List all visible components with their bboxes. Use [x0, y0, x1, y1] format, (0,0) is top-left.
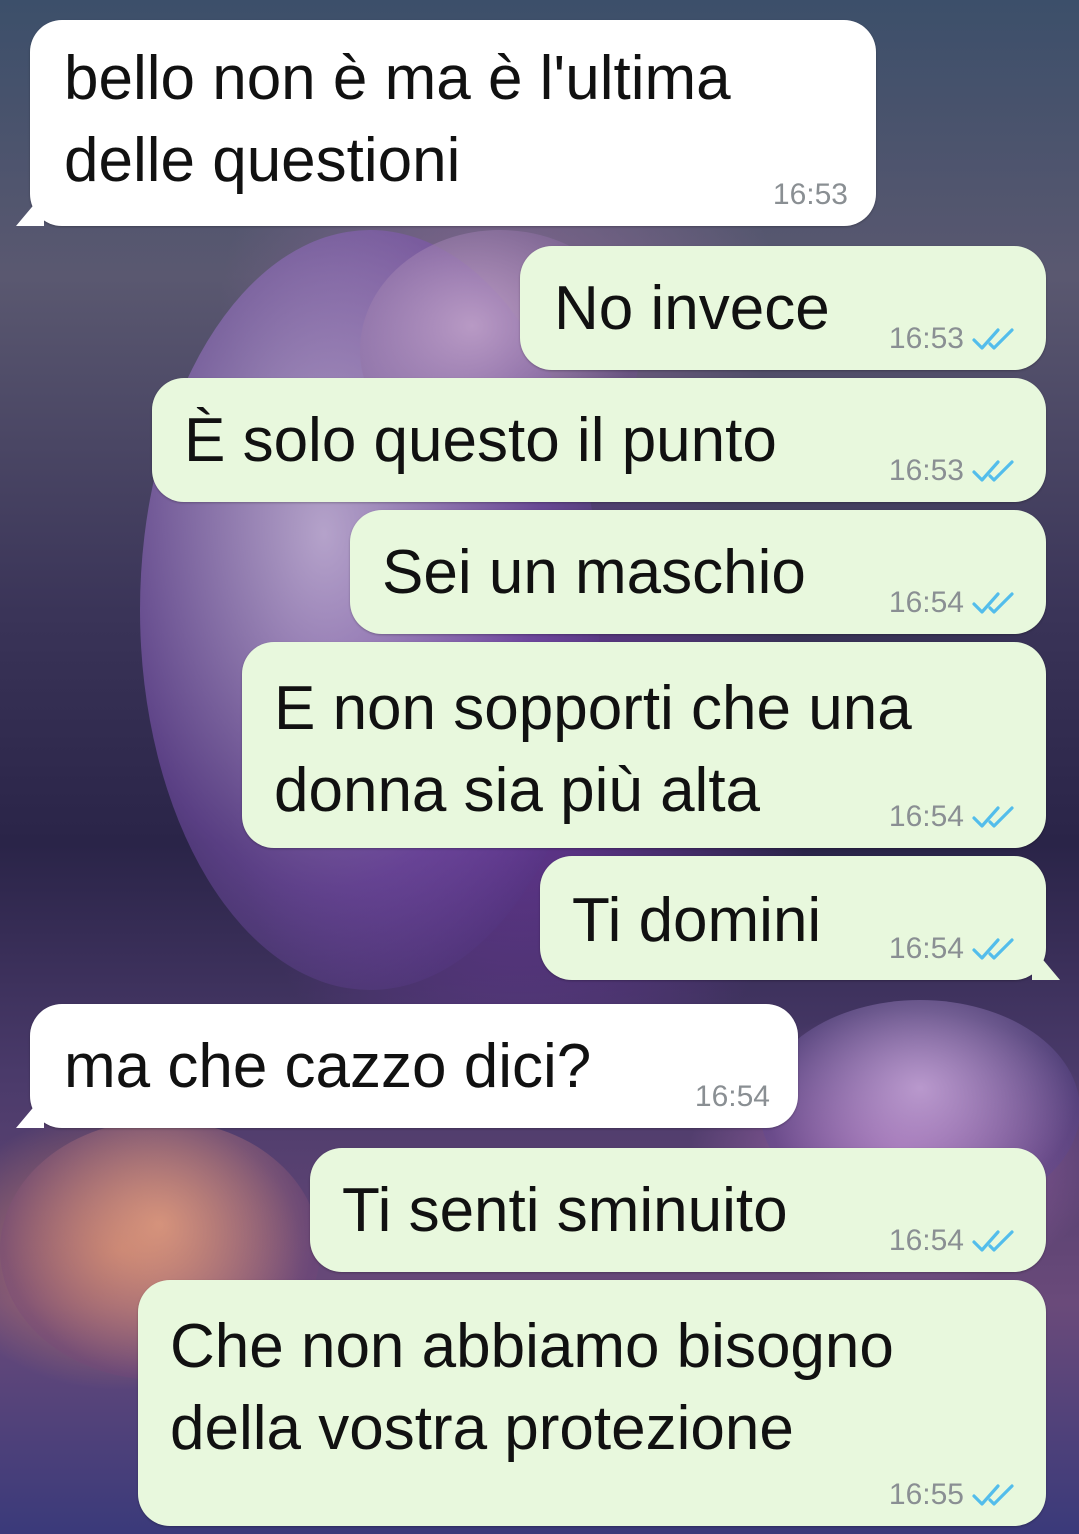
message-text: Ti domini	[572, 880, 821, 962]
message-time: 16:54	[888, 1224, 964, 1257]
message-line: delle questioni	[64, 126, 461, 195]
message-bubble-outgoing[interactable]: No invece 16:53	[520, 246, 1046, 370]
message-meta: 16:54	[889, 586, 1018, 620]
message-time: 16:54	[888, 586, 964, 619]
message-meta: 16:54	[695, 1080, 770, 1114]
message-time: 16:53	[888, 322, 964, 355]
message-time: 16:55	[888, 1478, 964, 1511]
double-check-icon	[972, 328, 1014, 350]
message-bubble-outgoing[interactable]: Che non abbiamo bisogno della vostra pro…	[138, 1280, 1046, 1526]
message-text: E non sopporti che una donna sia più alt…	[274, 668, 912, 832]
message-meta: 16:53	[773, 178, 848, 212]
double-check-icon	[972, 938, 1014, 960]
message-text: Che non abbiamo bisogno della vostra pro…	[170, 1306, 894, 1470]
message-bubble-outgoing[interactable]: È solo questo il punto 16:53	[152, 378, 1046, 502]
double-check-icon	[972, 1484, 1014, 1506]
message-line: No invece	[554, 274, 830, 343]
message-line: della vostra protezione	[170, 1394, 794, 1463]
double-check-icon	[972, 460, 1014, 482]
message-meta: 16:53	[889, 322, 1018, 356]
message-line: bello non è ma è l'ultima	[64, 44, 731, 113]
message-time: 16:54	[888, 932, 964, 965]
message-bubble-incoming[interactable]: ma che cazzo dici? 16:54	[30, 1004, 798, 1128]
message-time: 16:54	[694, 1080, 770, 1113]
message-time: 16:53	[772, 178, 848, 211]
message-text: È solo questo il punto	[184, 400, 777, 482]
message-time: 16:54	[888, 800, 964, 833]
message-line: Che non abbiamo bisogno	[170, 1312, 894, 1381]
message-bubble-outgoing[interactable]: Sei un maschio 16:54	[350, 510, 1046, 634]
message-meta: 16:55	[889, 1478, 1018, 1512]
message-time: 16:53	[888, 454, 964, 487]
message-line: Ti domini	[572, 886, 822, 955]
double-check-icon	[972, 1230, 1014, 1252]
message-bubble-outgoing[interactable]: Ti domini 16:54	[540, 856, 1046, 980]
message-line: donna sia più alta	[274, 756, 761, 825]
message-text: Sei un maschio	[382, 532, 806, 614]
message-bubble-outgoing[interactable]: E non sopporti che una donna sia più alt…	[242, 642, 1046, 848]
message-meta: 16:54	[889, 1224, 1018, 1258]
message-text: ma che cazzo dici?	[64, 1026, 591, 1108]
message-line: E non sopporti che una	[274, 674, 912, 743]
double-check-icon	[972, 592, 1014, 614]
message-meta: 16:54	[889, 800, 1018, 834]
message-text: Ti senti sminuito	[342, 1170, 788, 1252]
message-meta: 16:54	[889, 932, 1018, 966]
message-line: ma che cazzo dici?	[64, 1032, 592, 1101]
message-line: Sei un maschio	[382, 538, 806, 607]
message-line: È solo questo il punto	[184, 406, 777, 475]
message-line: Ti senti sminuito	[342, 1176, 788, 1245]
message-meta: 16:53	[889, 454, 1018, 488]
double-check-icon	[972, 806, 1014, 828]
message-bubble-incoming[interactable]: bello non è ma è l'ultima delle question…	[30, 20, 876, 226]
message-text: No invece	[554, 268, 830, 350]
message-bubble-outgoing[interactable]: Ti senti sminuito 16:54	[310, 1148, 1046, 1272]
message-text: bello non è ma è l'ultima delle question…	[64, 38, 731, 202]
